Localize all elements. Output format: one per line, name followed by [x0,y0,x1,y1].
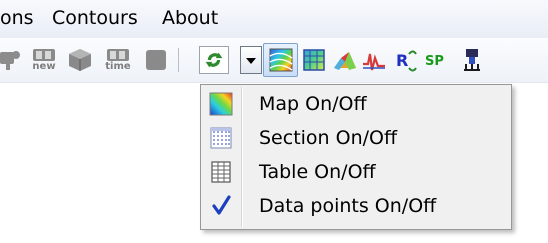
dropdown-arrow-icon [246,58,256,64]
probe-icon[interactable] [458,46,486,74]
spectrum-icon[interactable] [360,46,388,74]
refresh-button[interactable] [199,46,229,74]
bb-new-icon[interactable]: new [30,46,58,74]
surface-3d-icon[interactable] [331,46,359,74]
bb-time-icon[interactable]: time [104,46,132,74]
partial-tool-icon[interactable] [0,46,24,74]
checkmark-icon [207,192,235,220]
map-icon [269,48,293,72]
menu-item-label: Table On/Off [259,161,376,183]
view-dropdown-button[interactable] [240,46,262,74]
menu-options[interactable]: ons [0,7,34,29]
menu-item-section-toggle[interactable]: Section On/Off [203,121,509,155]
menu-contours[interactable]: Contours [52,7,138,29]
map-icon [207,90,235,118]
bb-time-label: time [105,61,131,72]
menu-bar: ons Contours About [0,0,548,38]
menu-item-label: Section On/Off [259,127,398,149]
toolbar-separator [178,48,179,72]
bb-new-label: new [32,61,56,72]
toolbar: new time R SP [0,38,548,83]
map-tool-button[interactable] [263,43,298,77]
stop-icon[interactable] [142,46,170,74]
section-icon [207,124,235,152]
menu-item-label: Data points On/Off [259,195,437,217]
svg-text:R: R [396,51,408,70]
menu-item-label: Map On/Off [259,93,367,115]
refresh-icon [205,52,223,68]
phase-icon[interactable]: R [392,46,420,74]
sp-icon[interactable]: SP [424,46,454,74]
svg-text:SP: SP [425,54,444,69]
table-icon [207,158,235,186]
menu-item-map-toggle[interactable]: Map On/Off [203,87,509,121]
menu-item-datapoints-toggle[interactable]: Data points On/Off [203,189,509,223]
view-dropdown-menu: Map On/Off Section On/Off Table On/Off D… [200,84,512,230]
menu-item-table-toggle[interactable]: Table On/Off [203,155,509,189]
menu-about[interactable]: About [162,7,218,29]
cube-icon[interactable] [66,46,94,74]
grid-icon[interactable] [300,46,328,74]
